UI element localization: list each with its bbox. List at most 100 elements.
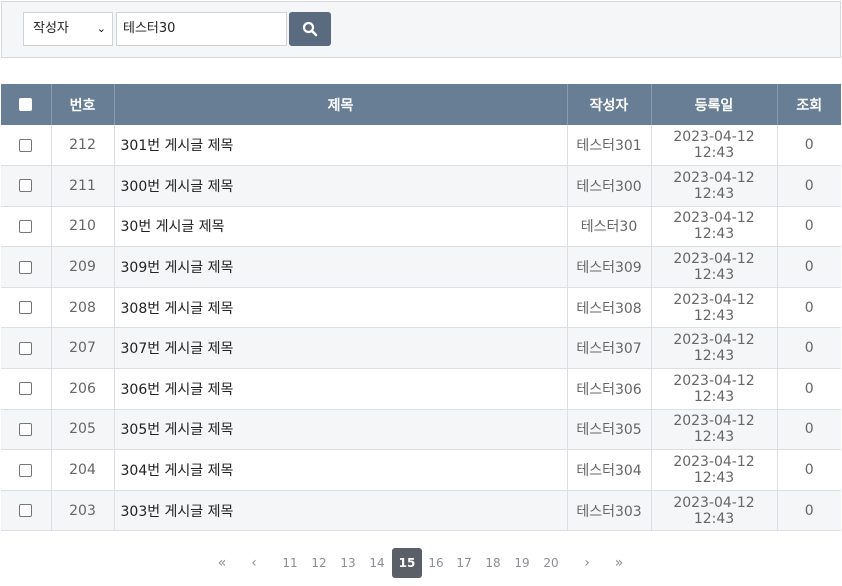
post-title[interactable]: 307번 게시글 제목 — [114, 327, 568, 370]
post-number: 204 — [51, 449, 115, 491]
row-checkbox[interactable] — [19, 382, 33, 396]
post-number: 205 — [51, 409, 115, 451]
chevron-down-icon: ⌄ — [96, 22, 106, 35]
post-title[interactable]: 308번 게시글 제목 — [114, 287, 568, 329]
post-date: 2023-04-12 12:43 — [651, 206, 778, 248]
post-number: 208 — [51, 287, 115, 329]
row-checkbox[interactable] — [19, 422, 33, 436]
post-views: 0 — [777, 327, 841, 370]
row-checkbox-cell — [1, 368, 52, 410]
page-button[interactable]: 18 — [478, 548, 508, 578]
row-checkbox[interactable] — [19, 219, 33, 233]
page-button[interactable]: 13 — [333, 548, 363, 578]
row-checkbox-cell — [1, 449, 52, 491]
page-button[interactable]: 14 — [362, 548, 392, 578]
select-all-checkbox[interactable] — [19, 98, 33, 111]
row-checkbox-cell — [1, 246, 52, 288]
post-views: 0 — [777, 287, 841, 329]
column-header-date: 등록일 — [651, 84, 778, 125]
current-page-button[interactable]: 15 — [392, 548, 422, 578]
post-table: 번호 제목 작성자 등록일 조회 212 301번 게시글 제목 테스터301 202… — [1, 84, 841, 532]
post-views: 0 — [777, 206, 841, 248]
column-header-number: 번호 — [51, 84, 115, 125]
post-number: 207 — [51, 327, 115, 370]
prev-page-button[interactable]: ‹ — [239, 548, 269, 578]
search-input[interactable]: 테스터30 — [116, 12, 287, 46]
table-row[interactable]: 210 30번 게시글 제목 테스터30 2023-04-12 12:43 0 — [1, 206, 841, 248]
search-field-select[interactable]: 작성자 ⌄ — [23, 12, 113, 46]
search-icon — [302, 21, 318, 37]
post-views: 0 — [777, 409, 841, 451]
page-button[interactable]: 11 — [275, 548, 305, 578]
page-button[interactable]: 17 — [449, 548, 479, 578]
search-field-value: 작성자 — [33, 21, 69, 36]
row-checkbox[interactable] — [19, 179, 33, 193]
post-views: 0 — [777, 490, 841, 532]
column-header-author: 작성자 — [567, 84, 652, 125]
post-number: 211 — [51, 165, 115, 207]
table-row[interactable]: 206 306번 게시글 제목 테스터306 2023-04-12 12:43 0 — [1, 368, 841, 410]
next-page-button[interactable]: › — [572, 548, 602, 578]
post-date: 2023-04-12 12:43 — [651, 165, 778, 207]
post-date: 2023-04-12 12:43 — [651, 327, 778, 370]
table-row[interactable]: 205 305번 게시글 제목 테스터305 2023-04-12 12:43 0 — [1, 409, 841, 451]
post-author: 테스터303 — [567, 490, 652, 532]
post-title[interactable]: 304번 게시글 제목 — [114, 449, 568, 491]
column-header-title: 제목 — [114, 84, 568, 125]
post-title[interactable]: 301번 게시글 제목 — [114, 125, 568, 167]
post-author: 테스터300 — [567, 165, 652, 207]
row-checkbox-cell — [1, 165, 52, 207]
row-checkbox[interactable] — [19, 301, 33, 315]
post-number: 209 — [51, 246, 115, 288]
post-date: 2023-04-12 12:43 — [651, 246, 778, 288]
table-row[interactable]: 204 304번 게시글 제목 테스터304 2023-04-12 12:43 0 — [1, 449, 841, 491]
row-checkbox[interactable] — [19, 504, 33, 518]
row-checkbox[interactable] — [19, 138, 33, 152]
post-date: 2023-04-12 12:43 — [651, 409, 778, 451]
post-views: 0 — [777, 449, 841, 491]
table-row[interactable]: 208 308번 게시글 제목 테스터308 2023-04-12 12:43 0 — [1, 287, 841, 329]
post-title[interactable]: 30번 게시글 제목 — [114, 206, 568, 248]
row-checkbox[interactable] — [19, 463, 33, 477]
post-title[interactable]: 300번 게시글 제목 — [114, 165, 568, 207]
column-header-views: 조회 — [777, 84, 841, 125]
page-button[interactable]: 20 — [536, 548, 566, 578]
row-checkbox-cell — [1, 490, 52, 532]
row-checkbox[interactable] — [19, 341, 33, 355]
post-views: 0 — [777, 125, 841, 167]
post-views: 0 — [777, 246, 841, 288]
table-row[interactable]: 207 307번 게시글 제목 테스터307 2023-04-12 12:43 0 — [1, 327, 841, 370]
post-views: 0 — [777, 368, 841, 410]
table-row[interactable]: 203 303번 게시글 제목 테스터303 2023-04-12 12:43 0 — [1, 490, 841, 532]
table-row[interactable]: 212 301번 게시글 제목 테스터301 2023-04-12 12:43 0 — [1, 125, 841, 167]
page-button[interactable]: 16 — [421, 548, 451, 578]
row-checkbox-cell — [1, 206, 52, 248]
post-title[interactable]: 309번 게시글 제목 — [114, 246, 568, 288]
post-number: 210 — [51, 206, 115, 248]
pagination: « ‹ 11 12 13 14 15 16 17 18 19 20 › » — [0, 548, 842, 578]
post-number: 203 — [51, 490, 115, 532]
page-button[interactable]: 19 — [507, 548, 537, 578]
post-author: 테스터304 — [567, 449, 652, 491]
post-title[interactable]: 303번 게시글 제목 — [114, 490, 568, 532]
search-button[interactable] — [289, 12, 331, 46]
table-header-row: 번호 제목 작성자 등록일 조회 — [1, 84, 841, 125]
row-checkbox[interactable] — [19, 260, 33, 274]
post-date: 2023-04-12 12:43 — [651, 287, 778, 329]
post-title[interactable]: 306번 게시글 제목 — [114, 368, 568, 410]
post-date: 2023-04-12 12:43 — [651, 449, 778, 491]
post-author: 테스터305 — [567, 409, 652, 451]
post-date: 2023-04-12 12:43 — [651, 368, 778, 410]
post-date: 2023-04-12 12:43 — [651, 490, 778, 532]
post-number: 206 — [51, 368, 115, 410]
last-page-button[interactable]: » — [604, 548, 634, 578]
first-page-button[interactable]: « — [207, 548, 237, 578]
post-views: 0 — [777, 165, 841, 207]
post-author: 테스터30 — [567, 206, 652, 248]
post-author: 테스터307 — [567, 327, 652, 370]
table-row[interactable]: 209 309번 게시글 제목 테스터309 2023-04-12 12:43 0 — [1, 246, 841, 288]
post-title[interactable]: 305번 게시글 제목 — [114, 409, 568, 451]
page-button[interactable]: 12 — [304, 548, 334, 578]
row-checkbox-cell — [1, 125, 52, 167]
table-row[interactable]: 211 300번 게시글 제목 테스터300 2023-04-12 12:43 0 — [1, 165, 841, 207]
